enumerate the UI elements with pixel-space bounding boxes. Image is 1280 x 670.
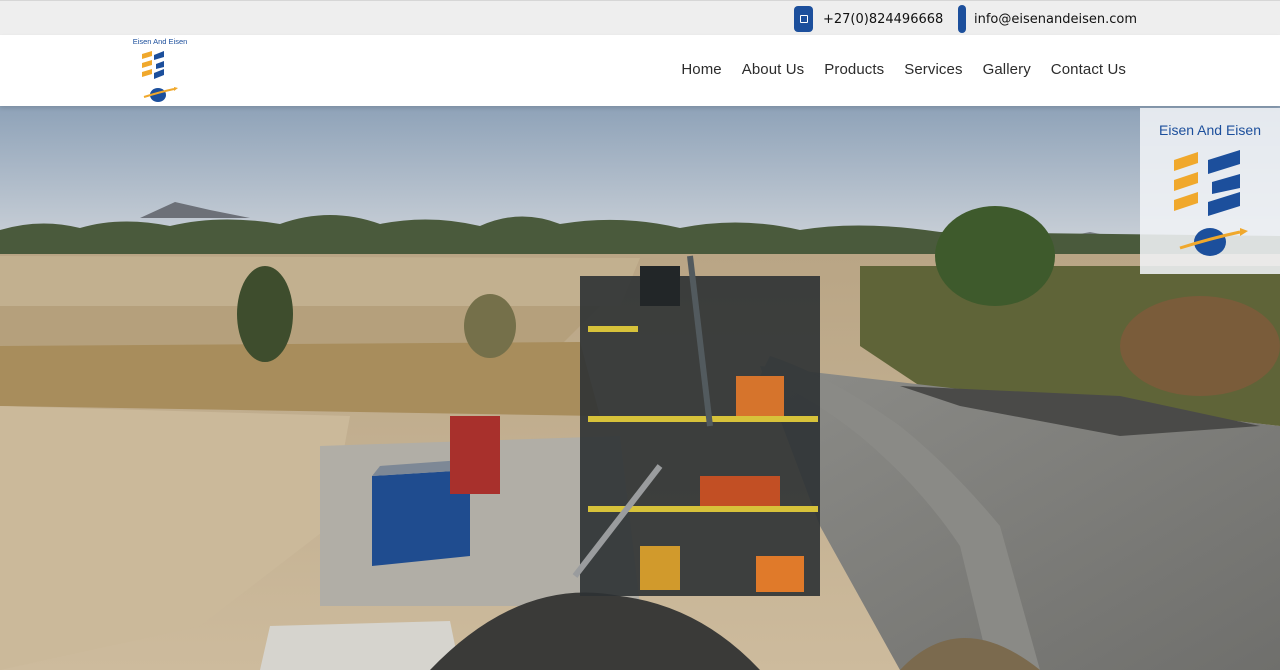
nav-gallery[interactable]: Gallery bbox=[983, 61, 1031, 78]
hero-image bbox=[0, 106, 1280, 670]
phone-icon bbox=[794, 6, 813, 32]
main-nav: Home About Us Products Services Gallery … bbox=[661, 61, 1126, 78]
email-address: info@eisenandeisen.com bbox=[974, 11, 1137, 27]
phone-link[interactable]: +27(0)824496668 bbox=[794, 6, 943, 32]
nav-services[interactable]: Services bbox=[904, 61, 962, 78]
hero-plant-photo bbox=[0, 106, 1280, 670]
nav-contact-us[interactable]: Contact Us bbox=[1051, 61, 1126, 78]
site-header: Eisen And Eisen Home About Us Products S… bbox=[0, 35, 1280, 106]
floating-brand-badge: Eisen And Eisen bbox=[1140, 108, 1280, 274]
mail-icon bbox=[958, 5, 966, 33]
eisen-logo-icon bbox=[142, 51, 178, 102]
nav-products[interactable]: Products bbox=[824, 61, 884, 78]
email-link[interactable]: info@eisenandeisen.com bbox=[958, 5, 1137, 33]
nav-home[interactable]: Home bbox=[681, 61, 721, 78]
nav-about-us[interactable]: About Us bbox=[742, 61, 805, 78]
phone-number: +27(0)824496668 bbox=[823, 11, 944, 27]
floating-brand-text: Eisen And Eisen bbox=[1159, 122, 1261, 138]
top-contact-bar: +27(0)824496668 info@eisenandeisen.com bbox=[0, 0, 1280, 35]
site-logo[interactable]: Eisen And Eisen bbox=[130, 37, 190, 105]
logo-text: Eisen And Eisen bbox=[132, 37, 188, 46]
